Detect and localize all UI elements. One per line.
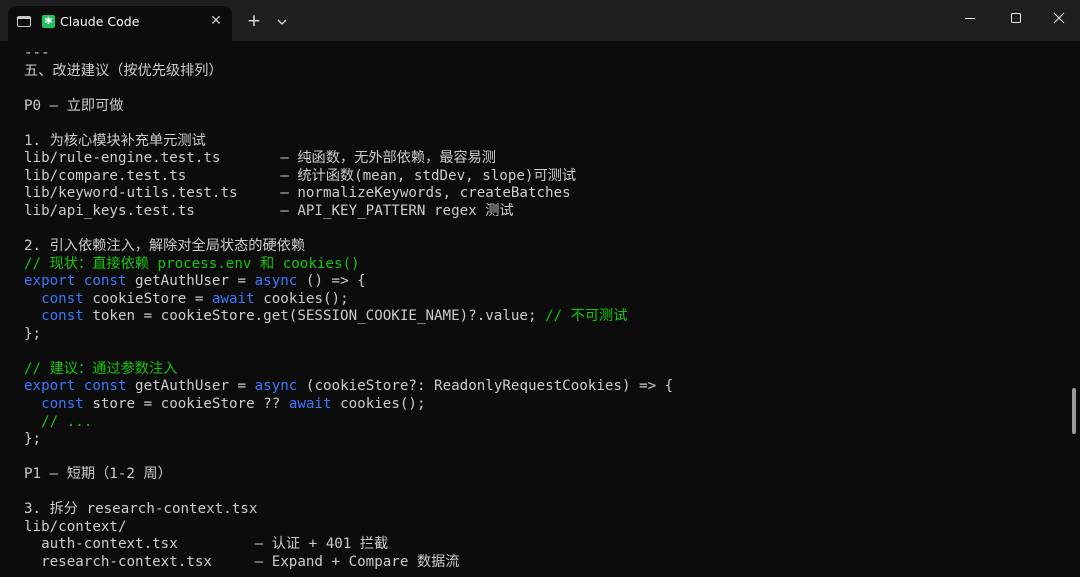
terminal-text: lib/compare.test.ts – 统计函数(mean, stdDev,… [24,167,577,184]
code-comment: // 现状：直接依赖 process.env 和 cookies() [24,255,360,272]
terminal-line: 1. 为核心模块补充单元测试 [24,132,206,150]
code-keyword: const [83,273,127,290]
code-keyword: export [24,378,76,395]
terminal-line: lib/keyword-utils.test.ts – normalizeKey… [24,184,571,202]
code-keyword: export [24,273,76,290]
terminal-text: auth-context.tsx – 认证 + 401 拦截 [24,536,389,553]
maximize-icon [1011,13,1021,23]
terminal-text: getAuthUser = [126,378,255,395]
terminal-text: () => { [297,273,366,290]
tab-close-button[interactable]: ✕ [206,11,226,31]
terminal-text: }; [24,325,42,342]
code-keyword: async [254,273,298,290]
close-icon [1053,12,1065,24]
terminal-text: 2. 引入依赖注入，解除对全局状态的硬依赖 [24,238,306,255]
minimize-button[interactable] [948,0,994,36]
code-keyword: const [41,290,84,307]
scrollbar-thumb[interactable] [1072,388,1076,434]
code-keyword: const [41,396,84,412]
terminal-text: lib/context/ [24,518,127,535]
terminal-text: 3. 拆分 research-context.tsx [24,501,258,518]
terminal-text: P0 – 立即可做 [24,97,124,114]
terminal-line: 2. 引入依赖注入，解除对全局状态的硬依赖 [24,237,305,255]
terminal-line: const token = cookieStore.get(SESSION_CO… [24,307,627,325]
terminal-text: cookieStore = [83,290,212,307]
tab-claude-code[interactable]: ✱ Claude Code ✕ [8,6,232,41]
terminal-line: 3. 拆分 research-context.tsx [24,500,257,518]
terminal-text: P1 – 短期（1-2 周） [24,466,172,483]
terminal-line: export const getAuthUser = async (cookie… [24,377,673,395]
terminal-line: lib/api_keys.test.ts – API_KEY_PATTERN r… [24,202,514,220]
code-comment: // 建议：通过参数注入 [24,360,178,377]
terminal-line: const store = cookieStore ?? await cooki… [24,395,426,413]
new-tab-button[interactable]: + [243,11,265,33]
code-keyword: const [83,378,127,395]
terminal-line: export const getAuthUser = async () => { [24,272,366,290]
tab-dropdown-button[interactable] [272,11,292,33]
terminal-line: // 建议：通过参数注入 [24,360,177,378]
terminal-text: cookies(); [331,396,426,412]
terminal-text: 五、改进建议（按优先级排列） [24,62,223,79]
chevron-down-icon [277,19,287,25]
terminal-text: getAuthUser = [126,273,255,290]
terminal-text: --- [24,45,50,61]
terminal-text: }; [24,431,42,448]
close-window-button[interactable] [1034,0,1080,36]
terminal-line: lib/rule-engine.test.ts – 纯函数，无外部依赖，最容易测 [24,149,496,167]
terminal-line: auth-context.tsx – 认证 + 401 拦截 [24,535,388,553]
terminal-text: token = cookieStore.get(SESSION_COOKIE_N… [83,308,546,325]
code-comment: // 不可测试 [545,308,628,325]
code-keyword: const [41,308,84,325]
terminal-line: lib/compare.test.ts – 统计函数(mean, stdDev,… [24,167,576,185]
tab-title: Claude Code [60,14,140,29]
terminal-line: --- [24,44,50,62]
code-keyword: await [288,396,332,412]
title-bar: ✱ Claude Code ✕ + [0,0,1080,41]
terminal-line: }; [24,325,41,343]
terminal-line: research-context.tsx – Expand + Compare … [24,553,459,571]
terminal-icon [17,16,31,27]
terminal-text: lib/api_keys.test.ts – API_KEY_PATTERN r… [24,202,514,219]
claude-code-icon: ✱ [42,15,55,28]
maximize-button[interactable] [993,0,1039,36]
minimize-icon [965,18,975,19]
terminal-line: 五、改进建议（按优先级排列） [24,62,223,80]
terminal-line: // ... [24,413,92,431]
terminal-line: const cookieStore = await cookies(); [24,290,349,308]
code-keyword: async [254,378,298,395]
terminal-text: lib/keyword-utils.test.ts – normalizeKey… [24,185,571,202]
code-comment: // ... [41,413,93,430]
terminal-line: // 现状：直接依赖 process.env 和 cookies() [24,255,360,273]
code-keyword: await [211,290,255,307]
terminal-text: cookies(); [254,290,349,307]
terminal-line: lib/context/ [24,518,127,536]
terminal-text: lib/rule-engine.test.ts – 纯函数，无外部依赖，最容易测 [24,150,496,167]
terminal-text: store = cookieStore ?? [83,396,289,412]
terminal-text: research-context.tsx – Expand + Compare … [24,553,460,570]
terminal-text: (cookieStore?: ReadonlyRequestCookies) =… [297,378,674,395]
terminal-output[interactable]: --- 五、改进建议（按优先级排列） P0 – 立即可做 1. 为核心模块补充单元测试… [24,41,1054,577]
terminal-window: ✱ Claude Code ✕ + --- 五、改进建议（按优先级排列） P0 … [0,0,1080,577]
terminal-text: 1. 为核心模块补充单元测试 [24,132,206,149]
terminal-line: P0 – 立即可做 [24,97,123,115]
terminal-line: }; [24,430,41,448]
terminal-line: P1 – 短期（1-2 周） [24,465,172,483]
